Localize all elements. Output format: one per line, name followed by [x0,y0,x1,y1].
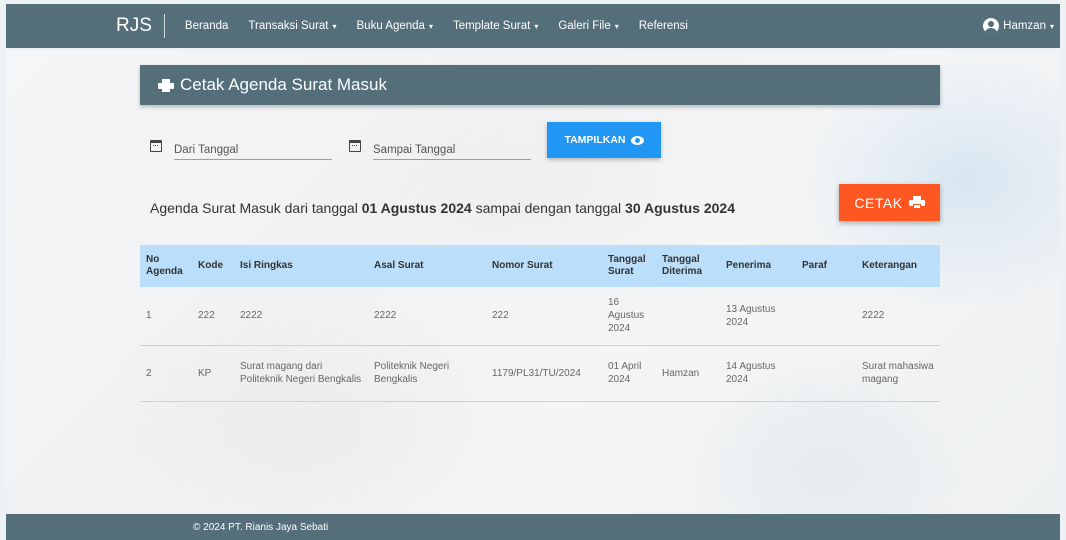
from-date-field [150,132,332,160]
table-cell: 16 Agustus 2024 [608,297,645,335]
calendar-icon [349,140,361,152]
col-header: Tanggal Surat [608,254,646,277]
col-header: Asal Surat [374,260,424,271]
table-cell: Surat mahasiwa magang [862,361,934,385]
print-button[interactable]: CETAK [839,184,940,221]
caret-down-icon: ▾ [428,21,433,31]
eye-icon [630,135,644,145]
table-cell [656,287,720,345]
nav-item-referensi[interactable]: Referensi [629,20,698,32]
table-cell: 2222 [862,310,885,322]
table-row: 1 222 2222 2222 222 16 Agustus 2024 13 A… [140,287,940,345]
table-cell: 222 [492,310,509,322]
caption-from-date: 01 Agustus 2024 [361,200,472,216]
printer-icon [908,196,925,209]
nav-item-template-surat[interactable]: Template Surat ▾ [443,20,548,32]
nav-item-label: Beranda [184,20,229,32]
col-header: Penerima [726,260,772,271]
nav-item-galeri-file[interactable]: Galeri File ▾ [548,20,628,32]
to-date-field [349,132,531,160]
nav-item-label: Template Surat [452,20,531,32]
table-cell: 13 Agustus 2024 [726,303,776,328]
caret-down-icon: ▾ [332,21,337,31]
table-cell: Hamzan [662,367,700,379]
table-cell [796,287,856,345]
col-header: Nomor Surat [492,260,553,271]
agenda-table: No Agenda Kode Isi Ringkas Asal Surat No… [140,245,940,402]
agenda-table-container: No Agenda Kode Isi Ringkas Asal Surat No… [140,245,940,402]
agenda-range-caption: Agenda Surat Masuk dari tanggal 01 Agust… [150,200,735,216]
nav-item-label: Referensi [638,20,688,32]
show-button-label: TAMPILKAN [564,134,626,146]
nav-item-label: Transaksi Surat [248,20,329,32]
table-cell: 1 [146,310,152,322]
top-navbar: RJS Beranda Transaksi Surat ▾ Buku Agend… [6,4,1060,48]
nav-item-beranda[interactable]: Beranda [175,20,238,32]
table-cell: Surat magang dari Politeknik Negeri Beng… [240,361,362,385]
to-date-input[interactable] [373,134,531,160]
caret-down-icon: ▾ [1049,21,1054,31]
from-date-input[interactable] [174,134,332,160]
calendar-icon [150,140,162,152]
table-cell: 222 [198,310,215,322]
page-title: Cetak Agenda Surat Masuk [180,75,387,94]
col-header: Paraf [802,260,828,271]
user-avatar-icon [983,18,1000,34]
table-cell [796,345,856,401]
nav-item-buku-agenda[interactable]: Buku Agenda ▾ [347,20,443,32]
panel-header: Cetak Agenda Surat Masuk [140,65,940,105]
col-header: Tanggal Diterima [662,254,703,277]
col-header: Isi Ringkas [240,260,293,271]
col-header: No Agenda [146,254,183,277]
table-cell: 1179/PL31/TU/2024 [492,367,581,379]
table-cell: KP [198,367,212,379]
caption-middle: sampai dengan tanggal [471,200,626,216]
table-cell: 14 Agustus 2024 [726,361,776,385]
table-cell: 01 April 2024 [608,361,642,385]
table-row: 2 KP Surat magang dari Politeknik Negeri… [140,345,940,401]
nav-item-label: Buku Agenda [356,20,425,32]
caption-to-date: 30 Agustus 2024 [625,200,736,216]
col-header: Kode [198,260,223,271]
caret-down-icon: ▾ [614,21,619,31]
user-menu[interactable]: Hamzan ▾ [983,4,1054,48]
print-button-label: CETAK [854,194,903,211]
show-button[interactable]: TAMPILKAN [547,122,661,158]
caption-prefix: Agenda Surat Masuk dari tanggal [150,200,362,216]
copyright-text: © 2024 PT. Rianis Jaya Sebati [193,521,329,533]
table-cell: 2222 [374,310,397,322]
table-cell: 2 [146,367,152,379]
brand-logo[interactable]: RJS [116,14,165,38]
nav-menu: Beranda Transaksi Surat ▾ Buku Agenda ▾ … [175,20,698,32]
nav-item-label: Galeri File [558,20,611,32]
col-header: Keterangan [862,260,918,271]
printer-icon [158,78,174,92]
page-footer: © 2024 PT. Rianis Jaya Sebati [6,514,1060,540]
caret-down-icon: ▾ [534,21,539,31]
table-cell: Politeknik Negeri Bengkalis [374,361,450,385]
table-header-row: No Agenda Kode Isi Ringkas Asal Surat No… [140,245,940,287]
table-cell: 2222 [240,310,263,322]
nav-item-transaksi-surat[interactable]: Transaksi Surat ▾ [238,20,346,32]
user-name: Hamzan [1003,20,1046,32]
